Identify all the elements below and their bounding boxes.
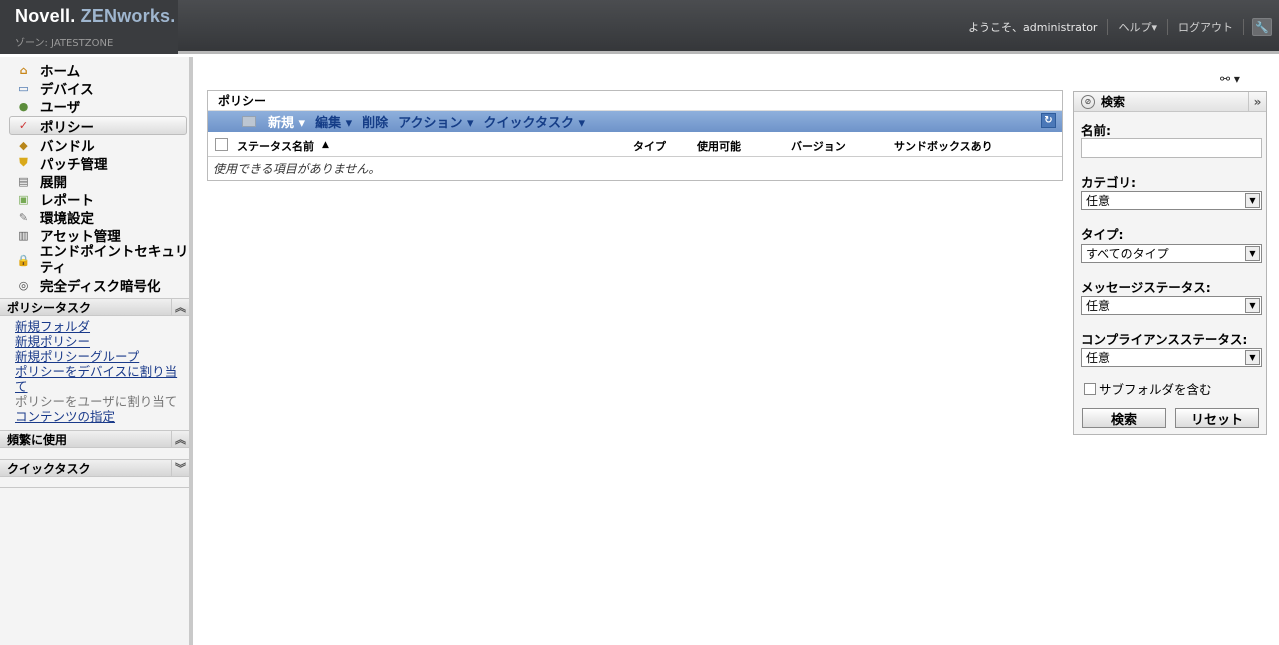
folder-up-icon[interactable]	[242, 116, 256, 127]
reset-button[interactable]: リセット	[1175, 408, 1259, 428]
category-label: カテゴリ:	[1081, 175, 1136, 190]
quick-tasks-header[interactable]: クイックタスク ︾	[0, 459, 189, 477]
search-panel: ⊘ 検索 » 名前: カテゴリ: 任意 ▼ タイプ: すべてのタイプ ▼ メッセージ…	[1073, 91, 1267, 435]
col-name[interactable]: 名前	[292, 138, 314, 154]
wrench-icon: ✎	[18, 210, 29, 224]
select-all-checkbox[interactable]	[215, 138, 228, 151]
link-icon[interactable]: ⚯ ▾	[1220, 72, 1240, 86]
logout-link[interactable]: ログアウト	[1168, 19, 1244, 35]
chevron-up-icon[interactable]: ︽	[171, 298, 189, 316]
type-select[interactable]: すべてのタイプ ▼	[1081, 244, 1262, 263]
message-status-label: メッセージステータス:	[1081, 280, 1211, 295]
logo-area: Novell. ZENworks. ゾーン: JATESTZONE	[0, 0, 178, 54]
col-sandbox[interactable]: サンドボックスあり	[894, 138, 993, 154]
task-new-policy-group[interactable]: 新規ポリシーグループ	[15, 349, 189, 364]
category-select[interactable]: 任意 ▼	[1081, 191, 1262, 210]
policy-panel: ポリシー 新規 ▾ 編集 ▾ 削除 アクション ▾ クイックタスク ▾ ↻ ステ…	[207, 90, 1063, 181]
nav-deploy[interactable]: ▤ 展開	[0, 172, 189, 192]
actions-menu[interactable]: アクション ▾	[398, 112, 473, 131]
col-version[interactable]: バージョン	[791, 138, 846, 154]
policy-toolbar: 新規 ▾ 編集 ▾ 削除 アクション ▾ クイックタスク ▾ ↻	[208, 111, 1062, 132]
task-assign-to-user: ポリシーをユーザに割り当て	[15, 394, 178, 409]
app-header: Novell. ZENworks. ゾーン: JATESTZONE ようこそ、a…	[0, 0, 1279, 54]
app-logo: Novell. ZENworks.	[15, 6, 176, 26]
search-button[interactable]: 検索	[1082, 408, 1166, 428]
main-content: ⚯ ▾ ポリシー 新規 ▾ 編集 ▾ 削除 アクション ▾ クイックタスク ▾ …	[198, 57, 1279, 645]
nav-users[interactable]: ● ユーザ	[0, 97, 189, 117]
task-assign-to-device[interactable]: ポリシーをデバイスに割り当て	[15, 364, 189, 394]
nav-devices[interactable]: ▭ デバイス	[0, 79, 189, 99]
nav-patch[interactable]: ⛊ パッチ管理	[0, 154, 189, 173]
sort-asc-icon[interactable]: ▲	[322, 140, 329, 150]
task-new-policy[interactable]: 新規ポリシー	[15, 334, 189, 349]
disk-icon: ◎	[18, 278, 29, 292]
welcome-text: ようこそ、administrator	[968, 19, 1109, 35]
delete-button[interactable]: 削除	[362, 112, 388, 131]
chevron-right-icon[interactable]: »	[1248, 92, 1266, 112]
help-menu[interactable]: ヘルプ▾	[1108, 19, 1168, 35]
main-nav: ⌂ ホーム ▭ デバイス ● ユーザ ✓ ポリシー ◆ バンドル ⛊ パッチ管理 ▤ 展開 ▣…	[0, 57, 189, 296]
include-subfolders[interactable]: サブフォルダを含む	[1084, 379, 1212, 398]
name-input[interactable]	[1081, 138, 1262, 158]
policy-tasks-header[interactable]: ポリシータスク ︽	[0, 298, 189, 316]
message-status-select[interactable]: 任意 ▼	[1081, 296, 1262, 315]
dropdown-arrow-icon[interactable]: ▼	[1245, 246, 1260, 261]
report-icon: ▣	[18, 192, 29, 206]
zone-label: ゾーン: JATESTZONE	[15, 38, 114, 49]
task-specify-content[interactable]: コンテンツの指定	[15, 409, 189, 424]
nav-home[interactable]: ⌂ ホーム	[0, 61, 189, 81]
compliance-select[interactable]: 任意 ▼	[1081, 348, 1262, 367]
policy-icon: ✓	[18, 119, 29, 132]
name-label: 名前:	[1081, 123, 1111, 138]
nav-policies[interactable]: ✓ ポリシー	[9, 116, 187, 136]
nav-bundles[interactable]: ◆ バンドル	[0, 136, 189, 156]
chevron-down-icon[interactable]: ︾	[171, 459, 189, 477]
nav-config[interactable]: ✎ 環境設定	[0, 208, 189, 228]
frequent-body	[0, 448, 189, 459]
refresh-icon[interactable]: ↻	[1041, 113, 1056, 128]
bundle-icon: ◆	[19, 138, 28, 152]
dropdown-arrow-icon[interactable]: ▼	[1245, 350, 1260, 365]
shield-icon: ⛊	[19, 156, 28, 169]
policy-task-links: 新規フォルダ 新規ポリシー 新規ポリシーグループ ポリシーをデバイスに割り当て …	[0, 316, 189, 430]
include-subfolders-checkbox[interactable]	[1084, 382, 1096, 395]
dropdown-arrow-icon[interactable]: ▼	[1245, 193, 1260, 208]
nav-assets[interactable]: ▥ アセット管理	[0, 226, 189, 246]
dropdown-arrow-icon[interactable]: ▼	[1245, 298, 1260, 313]
quick-tasks-body	[0, 477, 189, 488]
task-new-folder[interactable]: 新規フォルダ	[15, 319, 189, 334]
edit-menu[interactable]: 編集 ▾	[315, 112, 352, 131]
lock-icon: 🔒	[16, 253, 31, 267]
search-header: ⊘ 検索 »	[1074, 92, 1266, 112]
nav-disk-encryption[interactable]: ◎ 完全ディスク暗号化	[0, 276, 189, 296]
sidebar: ⌂ ホーム ▭ デバイス ● ユーザ ✓ ポリシー ◆ バンドル ⛊ パッチ管理 ▤ 展開 ▣…	[0, 57, 193, 645]
col-enabled[interactable]: 使用可能	[697, 138, 741, 154]
users-icon: ●	[18, 99, 29, 113]
monitor-icon: ▭	[18, 81, 29, 95]
table-header: ステータス 名前 ▲ タイプ 使用可能 バージョン サンドボックスあり	[208, 132, 1062, 157]
type-label: タイプ:	[1081, 227, 1124, 242]
col-type[interactable]: タイプ	[633, 138, 666, 154]
wrench-icon[interactable]: 🔧	[1252, 18, 1272, 36]
quick-tasks-menu[interactable]: クイックタスク ▾	[484, 112, 586, 131]
frequent-header[interactable]: 頻繁に使用 ︽	[0, 430, 189, 448]
search-icon: ⊘	[1081, 94, 1095, 109]
asset-icon: ▥	[18, 228, 29, 242]
panel-title: ポリシー	[208, 91, 1062, 111]
home-icon: ⌂	[19, 63, 28, 77]
new-menu[interactable]: 新規 ▾	[268, 112, 305, 131]
compliance-label: コンプライアンスステータス:	[1081, 332, 1248, 347]
header-links: ようこそ、administrator ヘルプ▾ ログアウト 🔧	[968, 0, 1279, 54]
col-status[interactable]: ステータス	[237, 138, 292, 154]
deploy-icon: ▤	[18, 174, 29, 188]
nav-reports[interactable]: ▣ レポート	[0, 190, 189, 210]
empty-message: 使用できる項目がありません。	[213, 162, 381, 176]
nav-endpoint-security[interactable]: 🔒 エンドポイントセキュリティ	[0, 244, 189, 276]
chevron-up-icon[interactable]: ︽	[171, 430, 189, 448]
